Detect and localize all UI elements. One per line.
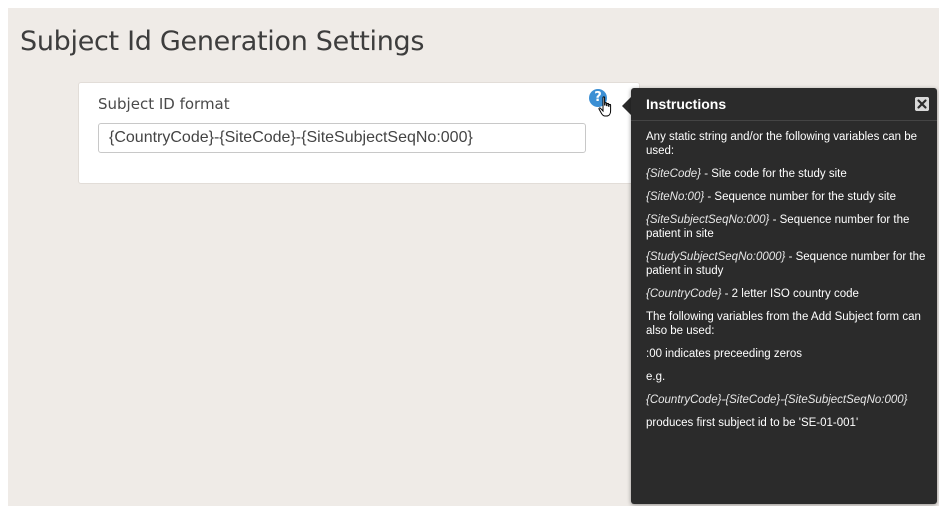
variable-item: {SiteNo:00} - Sequence number for the st… [646,190,930,204]
subject-id-format-label: Subject ID format [98,95,230,113]
tooltip-eg-label: e.g. [646,371,666,383]
settings-card: Subject ID format [78,82,640,184]
tooltip-result: produces first subject id to be 'SE-01-0… [646,417,859,429]
hand-pointer-icon [598,96,612,117]
tooltip-title: Instructions [646,96,727,112]
tooltip-header: Instructions [631,88,937,121]
variable-name: {SiteCode} [646,168,701,180]
variable-name: {SiteSubjectSeqNo:000} [646,214,770,226]
variable-item: {StudySubjectSeqNo:0000} - Sequence numb… [646,250,930,278]
tooltip-arrow [622,97,631,115]
subject-id-format-input[interactable] [98,123,586,153]
tooltip-intro: Any static string and/or the following v… [646,131,918,157]
tooltip-body: Any static string and/or the following v… [646,130,930,439]
tooltip-following-note: The following variables from the Add Sub… [646,311,921,337]
variable-desc: - Sequence number for the study site [704,191,896,203]
page-title: Subject Id Generation Settings [20,26,425,57]
variable-name: {CountryCode} [646,288,722,300]
close-icon[interactable] [915,97,929,111]
variable-name: {SiteNo:00} [646,191,705,203]
variable-desc: - Site code for the study site [701,168,847,180]
variable-item: {CountryCode} - 2 letter ISO country cod… [646,287,930,301]
tooltip-example: {CountryCode}-{SiteCode}-{SiteSubjectSeq… [646,394,908,406]
variable-name: {StudySubjectSeqNo:0000} [646,251,786,263]
variable-item: {SiteCode} - Site code for the study sit… [646,167,930,181]
instructions-tooltip: Instructions Any static string and/or th… [631,88,937,504]
variable-desc: - 2 letter ISO country code [721,288,859,300]
variable-item: {SiteSubjectSeqNo:000} - Sequence number… [646,213,930,241]
tooltip-zeros-note: :00 indicates preceeding zeros [646,348,802,360]
